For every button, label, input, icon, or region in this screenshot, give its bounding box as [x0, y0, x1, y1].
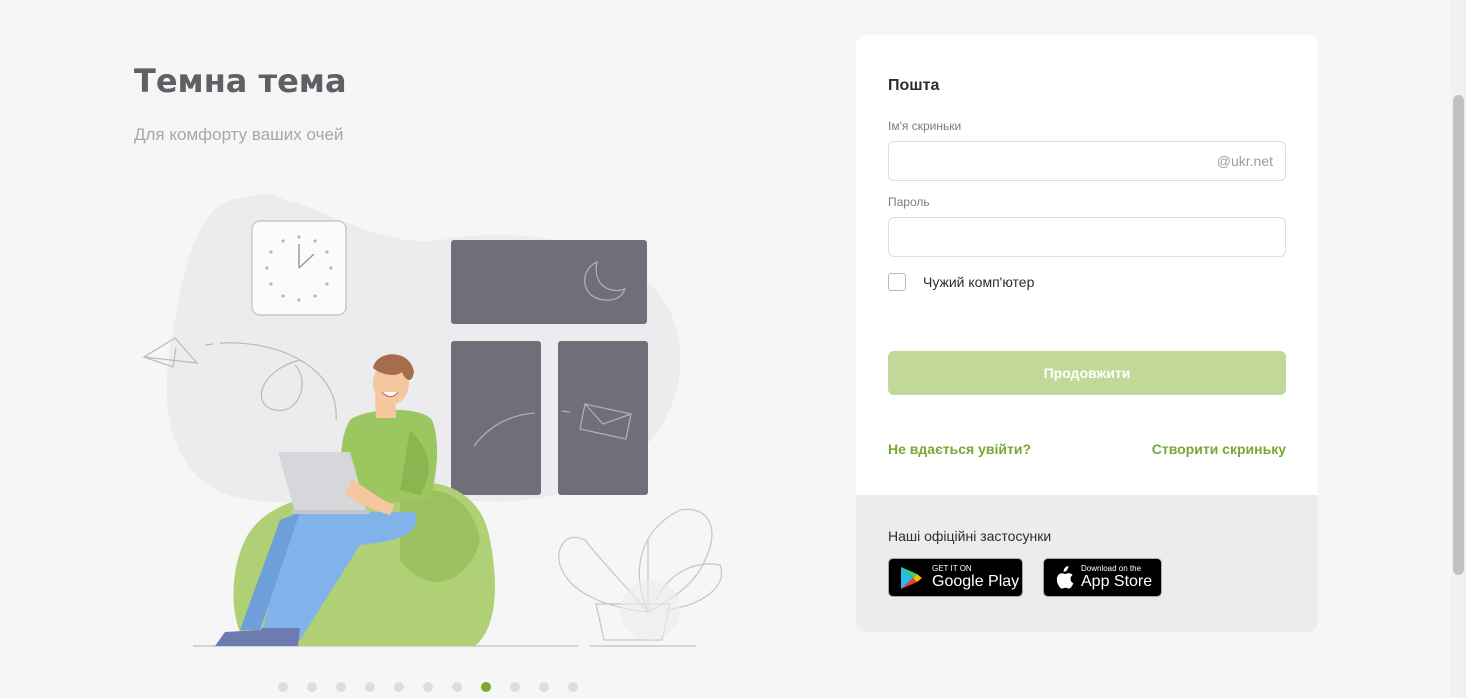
app-store-small-text: Download on the — [1081, 564, 1142, 573]
promo-subtitle: Для комфорту ваших очей — [134, 125, 344, 144]
google-play-large-text: Google Play — [932, 573, 1020, 590]
apple-icon — [1056, 565, 1074, 589]
login-card: Пошта Ім'я скриньки @ukr.net Пароль Чужи… — [856, 35, 1318, 632]
carousel-dot[interactable] — [539, 682, 549, 692]
mailbox-field-wrapper: @ukr.net — [888, 141, 1286, 181]
carousel-dot[interactable] — [568, 682, 578, 692]
google-play-icon — [901, 566, 922, 589]
page-scrollbar[interactable] — [1451, 0, 1466, 698]
carousel-dot[interactable] — [365, 682, 375, 692]
create-mailbox-link[interactable]: Створити скриньку — [1152, 441, 1286, 457]
app-store-badge[interactable]: Download on the App Store — [1043, 558, 1162, 597]
promo-title: Темна тема — [134, 62, 347, 100]
carousel-dot[interactable] — [481, 682, 491, 692]
clock-icon — [251, 220, 347, 316]
foreign-computer-option[interactable]: Чужий комп'ютер — [888, 273, 1034, 291]
foreign-computer-checkbox[interactable] — [888, 273, 906, 291]
carousel-dot[interactable] — [423, 682, 433, 692]
carousel-dot[interactable] — [510, 682, 520, 692]
login-title: Пошта — [888, 77, 940, 94]
mailbox-domain-suffix: @ukr.net — [1216, 153, 1273, 169]
carousel-pagination — [278, 682, 578, 692]
cant-login-link[interactable]: Не вдається увійти? — [888, 441, 1031, 457]
carousel-dot[interactable] — [394, 682, 404, 692]
scrollbar-thumb[interactable] — [1453, 95, 1464, 575]
official-apps-title: Наші офіційні застосунки — [888, 528, 1052, 544]
app-store-large-text: App Store — [1081, 573, 1153, 590]
continue-button[interactable]: Продовжити — [888, 351, 1286, 395]
google-play-badge[interactable]: GET IT ON Google Play — [888, 558, 1023, 597]
carousel-dot[interactable] — [336, 682, 346, 692]
google-play-small-text: GET IT ON — [932, 564, 972, 573]
password-field-wrapper — [888, 217, 1286, 257]
official-apps-section: Наші офіційні застосунки GET IT ON Googl… — [856, 495, 1318, 632]
carousel-dot[interactable] — [307, 682, 317, 692]
mailbox-input[interactable] — [889, 142, 1223, 180]
password-label: Пароль — [888, 195, 930, 209]
foreign-computer-label[interactable]: Чужий комп'ютер — [923, 274, 1034, 290]
dark-theme-illustration — [142, 194, 723, 647]
mailbox-label: Ім'я скриньки — [888, 119, 962, 133]
carousel-dot[interactable] — [278, 682, 288, 692]
password-input[interactable] — [889, 218, 1223, 256]
carousel-dot[interactable] — [452, 682, 462, 692]
